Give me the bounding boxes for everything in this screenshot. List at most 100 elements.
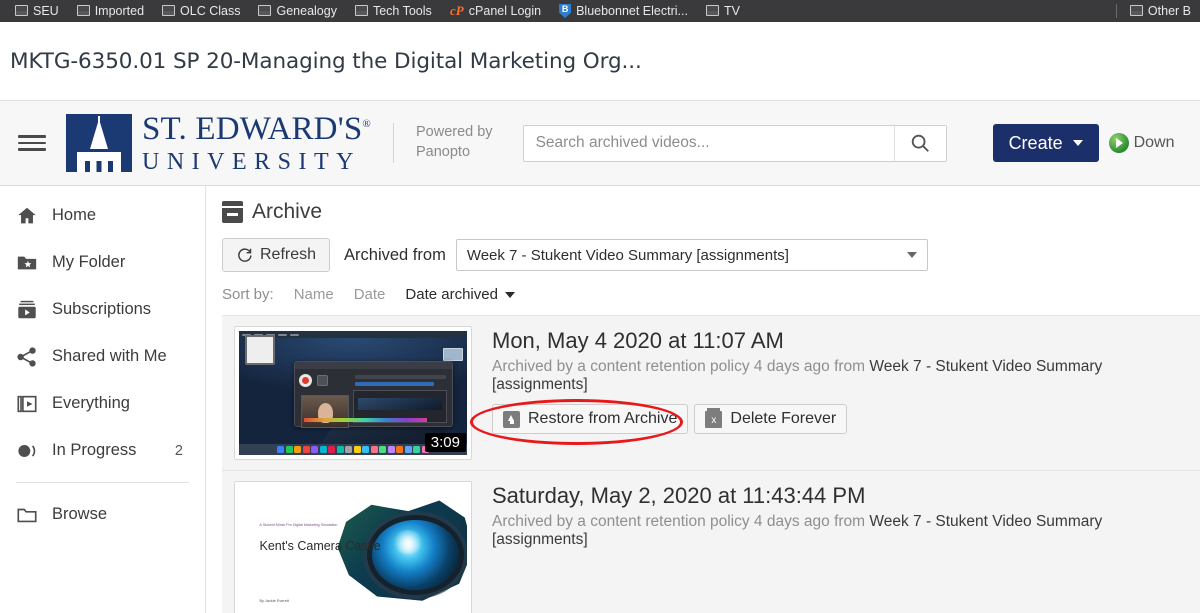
- brand-logo[interactable]: ST. EDWARD'S® UNIVERSITY: [66, 110, 371, 175]
- chevron-down-icon: [906, 252, 917, 258]
- brand-wordmark: ST. EDWARD'S® UNIVERSITY: [142, 110, 371, 175]
- search-button[interactable]: [893, 125, 946, 161]
- item-title[interactable]: Saturday, May 2, 2020 at 11:43:44 PM: [492, 483, 1192, 509]
- create-button-label: Create: [1008, 132, 1063, 153]
- create-button[interactable]: Create: [992, 124, 1099, 162]
- bookmark-other-bookmarks[interactable]: Other B: [1121, 0, 1200, 22]
- sort-by-label: Sort by:: [222, 286, 274, 303]
- bookmark-label: SEU: [33, 4, 59, 18]
- home-icon: [16, 205, 44, 227]
- bookmark-tv[interactable]: TV: [697, 0, 749, 22]
- archived-from-select[interactable]: Week 7 - Stukent Video Summary [assignme…: [455, 239, 928, 271]
- sort-option-date[interactable]: Date: [354, 286, 386, 303]
- slide-title: Kent's Camera Castle: [259, 539, 381, 554]
- search-icon: [911, 134, 929, 152]
- select-checkbox[interactable]: [245, 335, 275, 365]
- chevron-down-icon: [504, 291, 515, 298]
- video-thumbnail[interactable]: A Stukent Mimic Pro Digital Marketing Si…: [234, 481, 472, 613]
- bookmark-imported[interactable]: Imported: [68, 0, 153, 22]
- app-body: Home My Folder Subscriptions Shared with…: [0, 186, 1200, 613]
- restore-from-archive-button[interactable]: Restore from Archive: [492, 404, 689, 434]
- sidebar-item-shared-with-me[interactable]: Shared with Me: [0, 333, 205, 380]
- sidebar-item-in-progress[interactable]: In Progress 2: [0, 427, 205, 474]
- slide-author: By Jackie Everett: [259, 598, 289, 603]
- folder-icon: [162, 5, 176, 16]
- sidebar-item-everything[interactable]: Everything: [0, 380, 205, 427]
- thumbnail-cell: A Stukent Mimic Pro Digital Marketing Si…: [222, 481, 474, 613]
- duration-badge: 3:09: [424, 433, 466, 452]
- share-icon: [16, 346, 44, 368]
- download-link[interactable]: Down: [1108, 133, 1175, 153]
- sidebar-item-label: Browse: [52, 505, 108, 523]
- delete-forever-button[interactable]: Delete Forever: [694, 404, 848, 434]
- bookmark-label: TV: [723, 4, 740, 18]
- archived-from-label: Archived from: [344, 245, 446, 264]
- shield-icon: [559, 4, 572, 18]
- folder-icon: [16, 504, 44, 526]
- powered-by-line1: Powered by: [415, 124, 493, 141]
- item-info: Saturday, May 2, 2020 at 11:43:44 PM Arc…: [492, 481, 1200, 613]
- brand-line1: ST. EDWARD'S: [142, 110, 363, 147]
- sidebar-item-label: Subscriptions: [52, 300, 152, 318]
- sidebar-item-label: In Progress: [52, 441, 137, 459]
- registered-mark: ®: [362, 117, 371, 130]
- sidebar-item-label: My Folder: [52, 253, 126, 271]
- screenshot-stage: SEU Imported OLC Class Genealogy Tech To…: [0, 0, 1200, 613]
- sort-option-label: Date archived: [405, 286, 498, 303]
- folder-icon: [1129, 5, 1143, 16]
- archive-list: 3:09 Mon, May 4 2020 at 11:07 AM Archive…: [222, 315, 1200, 613]
- sidebar-item-browse[interactable]: Browse: [0, 491, 205, 538]
- slide-kicker: A Stukent Mimic Pro Digital Marketing Si…: [259, 523, 338, 528]
- folder-icon: [15, 5, 28, 16]
- item-subtitle: Archived by a content retention policy 4…: [492, 513, 1192, 549]
- folder-icon: [258, 5, 272, 16]
- refresh-icon: [238, 247, 252, 262]
- powered-by-line2: Panopto: [415, 144, 471, 160]
- video-thumbnail[interactable]: 3:09: [234, 326, 472, 460]
- bookmark-olc-class[interactable]: OLC Class: [153, 0, 249, 22]
- restore-button-label: Restore from Archive: [528, 410, 678, 427]
- archive-toolbar: Refresh Archived from Week 7 - Stukent V…: [222, 238, 1200, 272]
- slide-preview: A Stukent Mimic Pro Digital Marketing Si…: [239, 486, 467, 610]
- sort-option-date-archived[interactable]: Date archived: [405, 286, 515, 303]
- folder-icon: [354, 5, 368, 16]
- restore-icon: [503, 410, 520, 428]
- hamburger-bar: [18, 141, 46, 145]
- item-title[interactable]: Mon, May 4 2020 at 11:07 AM: [492, 328, 1192, 354]
- bookmark-label: Genealogy: [276, 4, 337, 18]
- archive-page-title-label: Archive: [252, 200, 323, 223]
- search-input[interactable]: [523, 125, 894, 161]
- bookmark-cpanel-login[interactable]: cP cPanel Login: [441, 0, 550, 22]
- bookmark-label: OLC Class: [180, 4, 241, 18]
- sidebar-item-badge: 2: [174, 442, 183, 459]
- archived-from-select-value: Week 7 - Stukent Video Summary [assignme…: [466, 246, 789, 264]
- trash-icon: [705, 408, 723, 428]
- bookmark-bluebonnet-electric[interactable]: Bluebonnet Electri...: [550, 0, 697, 22]
- powered-by-panopto: Powered by Panopto: [392, 123, 493, 163]
- refresh-button[interactable]: Refresh: [222, 238, 331, 272]
- hamburger-bar: [18, 148, 46, 151]
- bookmark-label: cPanel Login: [468, 4, 542, 18]
- sort-bar: Sort by: Name Date Date archived: [222, 286, 1200, 303]
- sidebar-item-home[interactable]: Home: [0, 192, 205, 239]
- download-link-label: Down: [1133, 134, 1175, 151]
- chevron-down-icon: [1072, 140, 1083, 146]
- item-subtitle-prefix: Archived by a content retention policy 4…: [492, 358, 870, 375]
- bookmark-label: Other B: [1147, 4, 1191, 18]
- sort-option-name[interactable]: Name: [294, 286, 334, 303]
- thumbnail-cell: 3:09: [222, 326, 474, 460]
- bookmark-genealogy[interactable]: Genealogy: [249, 0, 345, 22]
- sidebar-item-subscriptions[interactable]: Subscriptions: [0, 286, 205, 333]
- hamburger-icon[interactable]: [18, 127, 46, 159]
- bookmark-label: Tech Tools: [372, 4, 432, 18]
- refresh-button-label: Refresh: [260, 246, 317, 263]
- folder-icon: [76, 5, 90, 16]
- sidebar-divider: [16, 482, 189, 483]
- archive-list-item: 3:09 Mon, May 4 2020 at 11:07 AM Archive…: [222, 316, 1200, 471]
- sidebar-item-my-folder[interactable]: My Folder: [0, 239, 205, 286]
- bookmark-tech-tools[interactable]: Tech Tools: [346, 0, 441, 22]
- bookmark-seu[interactable]: SEU: [6, 0, 68, 22]
- brand-line2: UNIVERSITY: [142, 148, 361, 175]
- download-icon: [1108, 133, 1129, 153]
- sidebar: Home My Folder Subscriptions Shared with…: [0, 186, 206, 613]
